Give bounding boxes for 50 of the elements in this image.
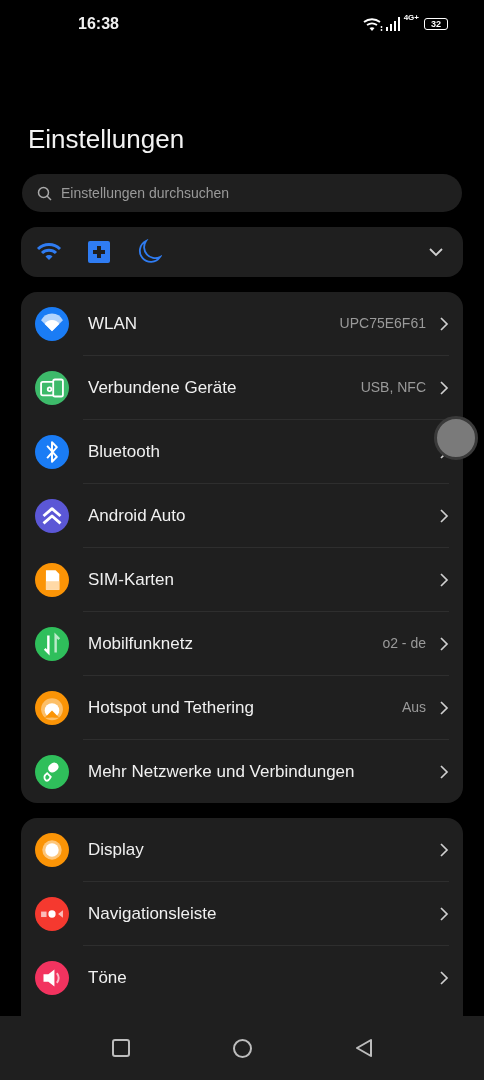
chevron-icon [439,841,449,858]
wifi-icon [362,16,383,32]
home-icon[interactable] [232,1038,252,1058]
chevron-icon [439,315,449,332]
chevron-icon [439,379,449,396]
settings-item[interactable]: Mobilfunknetz o2 - de [21,612,463,675]
setting-label: Display [88,838,144,861]
settings-item[interactable]: WLAN UPC75E6F61 [21,292,463,355]
settings-item[interactable]: Navigationsleiste [21,882,463,945]
search-field[interactable]: Einstellungen durchsuchen [22,174,462,212]
settings-item[interactable]: Verbundene Geräte USB, NFC [21,356,463,419]
chevron-icon [439,571,449,588]
setting-value: USB, NFC [360,378,426,397]
settings-item[interactable]: Töne [21,946,463,1009]
chevron-icon [439,763,449,780]
setting-label: Hotspot und Tethering [88,696,255,719]
moon-icon[interactable] [136,239,162,265]
status-time: 16:38 [78,14,119,34]
wifi-icon[interactable] [36,242,62,262]
setting-label: Mehr Netzwerke und Verbindungen [88,760,355,783]
back-icon[interactable] [354,1038,373,1058]
settings-item[interactable]: Hotspot und Tethering Aus [21,676,463,739]
setting-value: Aus [401,698,426,717]
signal-icon [385,17,401,31]
network-type: 4G+ [403,12,419,24]
settings-item[interactable]: Display [21,818,463,881]
setting-label: SIM-Karten [88,568,174,591]
setting-label: Verbundene Geräte [88,376,237,399]
setting-label: Bluetooth [88,440,160,463]
setting-label: WLAN [88,312,138,335]
recents-icon[interactable] [111,1039,130,1057]
expand-chevron-icon[interactable] [429,247,443,257]
chevron-icon [439,699,449,716]
page-title: Einstellungen [27,124,186,154]
chevron-icon [439,905,449,922]
setting-value: UPC75E6F61 [339,314,426,333]
setting-label: Navigationsleiste [88,902,217,925]
medical-cross-icon[interactable] [88,241,110,263]
search-icon [37,186,52,201]
setting-value: o2 - de [382,634,426,653]
setting-label: Töne [88,966,127,989]
setting-label: Android Auto [88,504,186,527]
chevron-icon [439,507,449,524]
setting-label: Mobilfunknetz [88,632,193,655]
chevron-icon [439,969,449,986]
battery-icon: 32 [424,18,448,30]
settings-item[interactable]: Android Auto [21,484,463,547]
settings-item[interactable]: SIM-Karten [21,548,463,611]
chevron-icon [439,635,449,652]
settings-item[interactable]: Mehr Netzwerke und Verbindungen [21,740,463,803]
